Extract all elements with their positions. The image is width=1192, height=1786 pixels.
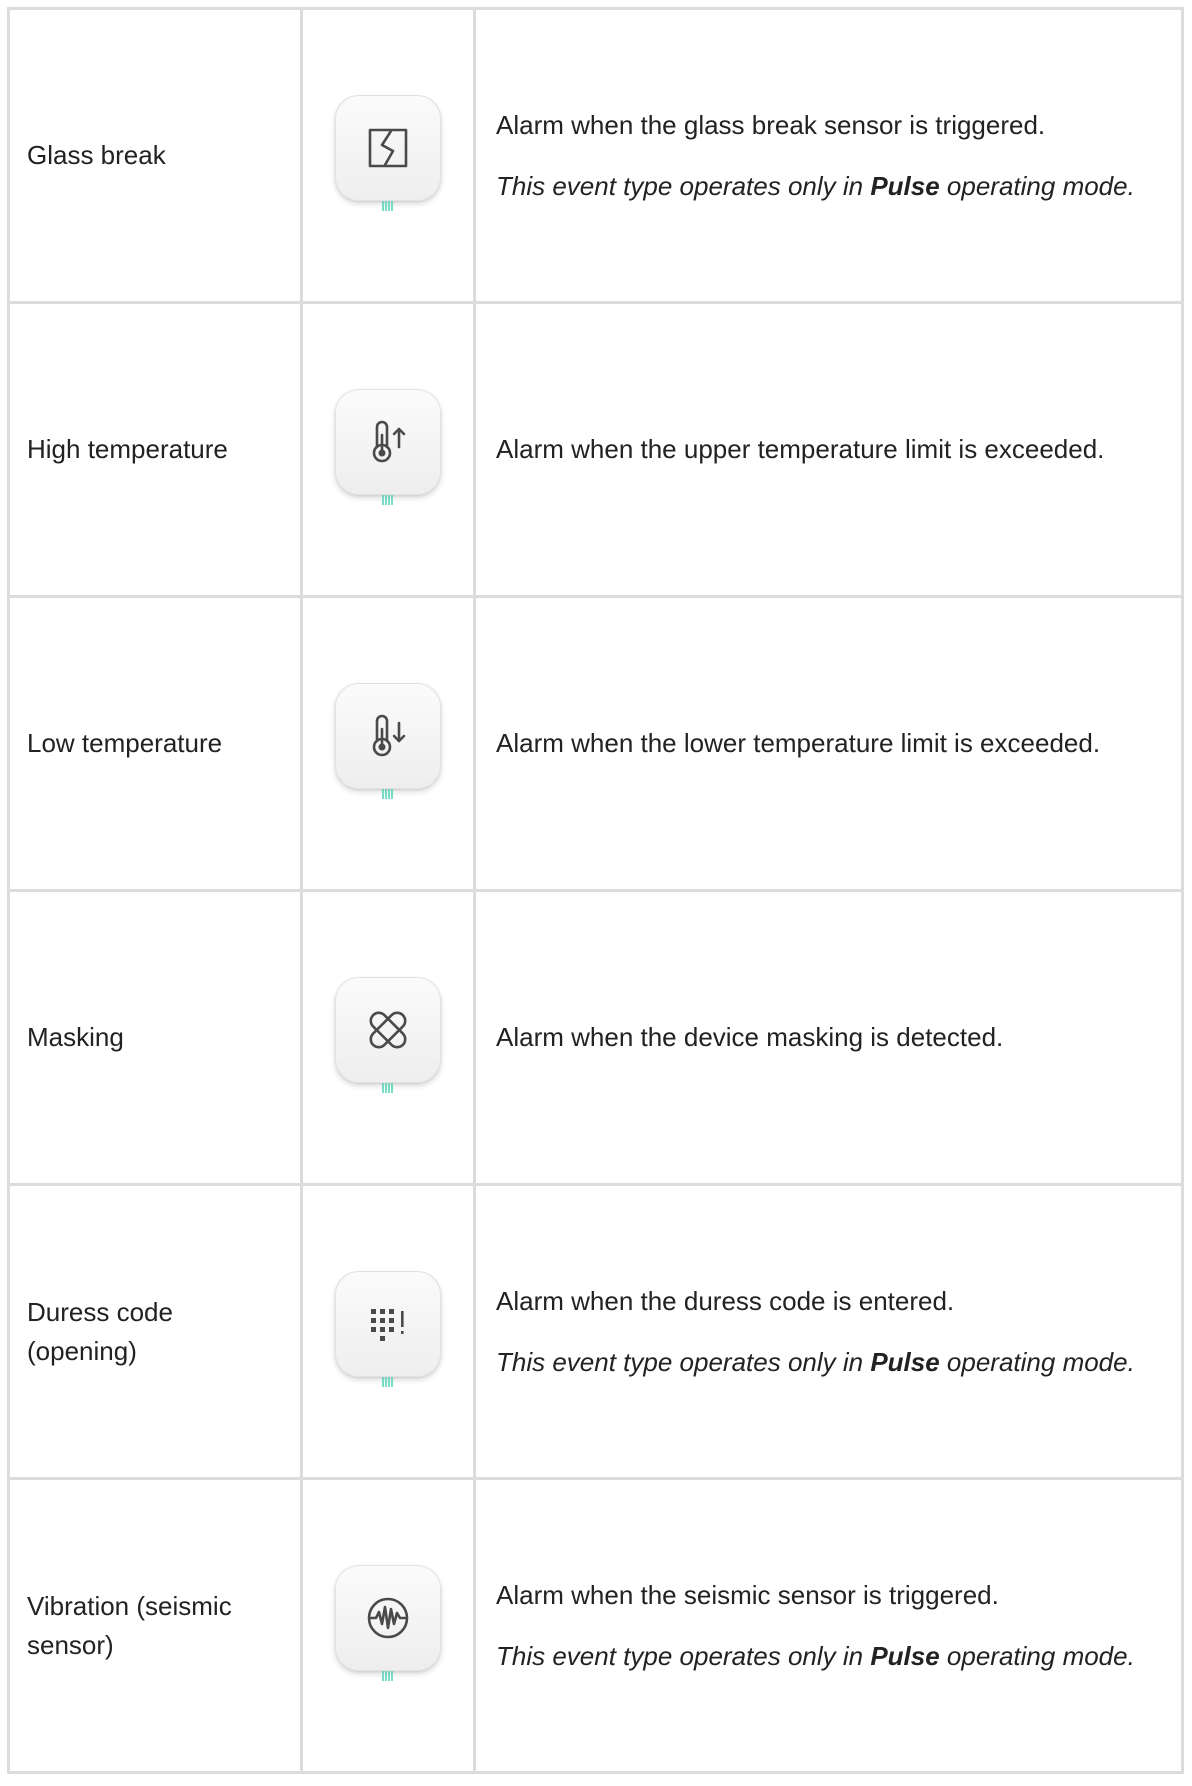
table-row: Duress code (opening) Alarm when the dur… bbox=[7, 1183, 1184, 1480]
event-name: Low temperature bbox=[7, 595, 303, 892]
event-name: High temperature bbox=[7, 301, 303, 598]
event-note: This event type operates only in Pulse o… bbox=[496, 170, 1135, 201]
event-name: Duress code (opening) bbox=[7, 1183, 303, 1480]
device-tile bbox=[335, 95, 441, 211]
event-description: Alarm when the device masking is detecte… bbox=[496, 1022, 1004, 1052]
indicator-led bbox=[382, 201, 393, 211]
event-note: This event type operates only in Pulse o… bbox=[496, 1346, 1135, 1377]
low-temperature-icon bbox=[372, 714, 406, 757]
event-description: Alarm when the upper temperature limit i… bbox=[496, 434, 1105, 464]
vibration-icon bbox=[367, 1597, 409, 1639]
device-tile bbox=[335, 1565, 441, 1681]
glass-break-icon bbox=[368, 128, 408, 168]
indicator-led bbox=[382, 495, 393, 505]
event-description: Alarm when the duress code is entered. bbox=[496, 1285, 955, 1316]
event-description: Alarm when the glass break sensor is tri… bbox=[496, 109, 1046, 140]
table-row: Glass break Alarm when the glass break s bbox=[7, 7, 1184, 304]
event-description: Alarm when the lower temperature limit i… bbox=[496, 728, 1101, 758]
event-note: This event type operates only in Pulse o… bbox=[496, 1640, 1135, 1671]
device-tile bbox=[335, 683, 441, 799]
indicator-led bbox=[382, 1671, 393, 1681]
duress-code-icon bbox=[371, 1309, 404, 1341]
table-row: Vibration (seismic sensor) Alarm when th bbox=[7, 1477, 1184, 1774]
indicator-led bbox=[382, 1083, 393, 1093]
masking-icon bbox=[369, 1011, 407, 1049]
indicator-led bbox=[382, 789, 393, 799]
event-name: Vibration (seismic sensor) bbox=[7, 1477, 303, 1774]
high-temperature-icon bbox=[372, 420, 406, 463]
device-tile bbox=[335, 977, 441, 1093]
event-name: Glass break bbox=[7, 7, 303, 304]
indicator-led bbox=[382, 1377, 393, 1387]
event-description: Alarm when the seismic sensor is trigger… bbox=[496, 1579, 999, 1610]
event-name: Masking bbox=[7, 889, 303, 1186]
device-tile bbox=[335, 1271, 441, 1387]
table-row: Low temperature Alarm when the lower tem… bbox=[7, 595, 1184, 892]
table-row: Masking Alarm when the device masking is bbox=[7, 889, 1184, 1186]
event-types-table: Glass break Alarm when the glass break s bbox=[7, 7, 1184, 1774]
device-tile bbox=[335, 389, 441, 505]
table-row: High temperature Alarm when the upper te… bbox=[7, 301, 1184, 598]
